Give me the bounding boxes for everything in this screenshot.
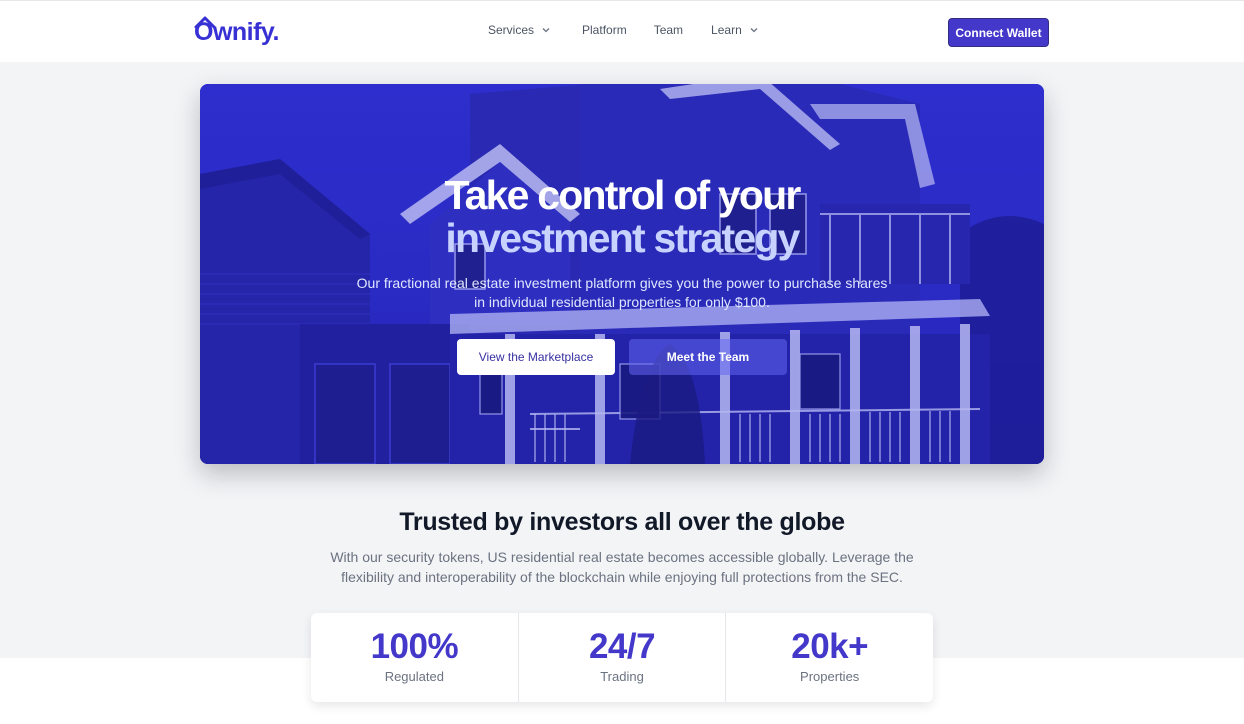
stat-value: 100% xyxy=(370,627,459,666)
view-marketplace-button[interactable]: View the Marketplace xyxy=(457,339,615,375)
nav-services-label: Services xyxy=(488,23,535,37)
hero-subtitle: Our fractional real estate investment pl… xyxy=(356,275,888,310)
nav-learn-label: Learn xyxy=(711,23,742,37)
main-nav: Services Platform Team Learn xyxy=(488,23,759,37)
stat-trading: 24/7 Trading xyxy=(519,613,727,702)
ownify-logo[interactable]: Ownify. xyxy=(194,16,279,47)
stats-card: 100% Regulated 24/7 Trading 20k+ Propert… xyxy=(311,613,933,702)
chevron-down-icon xyxy=(750,28,758,33)
trust-heading: Trusted by investors all over the globe xyxy=(399,508,845,536)
nav-platform[interactable]: Platform xyxy=(582,23,627,37)
stat-regulated: 100% Regulated xyxy=(311,613,519,702)
nav-team-label: Team xyxy=(653,23,684,37)
stat-properties: 20k+ Properties xyxy=(726,613,933,702)
nav-platform-label: Platform xyxy=(582,23,627,37)
meet-team-button[interactable]: Meet the Team xyxy=(629,339,787,375)
trust-description: With our security tokens, US residential… xyxy=(330,549,914,585)
stat-value: 20k+ xyxy=(791,627,869,666)
hero-title-line2: investment strategy xyxy=(445,215,800,261)
connect-wallet-button[interactable]: Connect Wallet xyxy=(948,18,1049,47)
hero-title: Take control of your investment strategy xyxy=(200,174,1044,260)
chevron-down-icon xyxy=(542,28,550,33)
hero-banner: Take control of your investment strategy… xyxy=(200,84,1044,464)
stat-value: 24/7 xyxy=(588,627,656,666)
logo-text: Ownify. xyxy=(194,18,279,46)
top-navbar: Ownify. Services Platform Team Learn Con… xyxy=(0,0,1244,62)
nav-team[interactable]: Team xyxy=(654,23,683,37)
stat-label: Properties xyxy=(800,669,860,684)
stat-label: Trading xyxy=(600,669,644,684)
hero-title-line1: Take control of your xyxy=(444,172,801,218)
nav-services[interactable]: Services xyxy=(488,23,551,37)
nav-learn[interactable]: Learn xyxy=(711,23,759,37)
stat-label: Regulated xyxy=(384,669,444,684)
